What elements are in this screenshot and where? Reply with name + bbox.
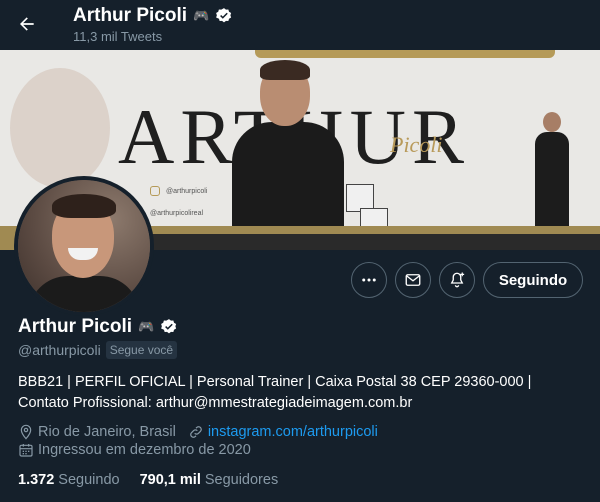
joined-row: Ingressou em dezembro de 2020 <box>18 442 251 458</box>
banner-ig-handle: @arthurpicoli <box>166 187 208 195</box>
message-button[interactable] <box>395 262 431 298</box>
following-button[interactable]: Seguindo <box>483 262 583 298</box>
banner-photo-left <box>10 68 110 188</box>
followers-stat[interactable]: 790,1 mil Seguidores <box>140 472 279 488</box>
profile-name: Arthur Picoli <box>18 316 133 337</box>
tweet-count: 11,3 mil Tweets <box>73 29 163 44</box>
banner-gold-strip <box>255 50 555 58</box>
more-options-button[interactable] <box>351 262 387 298</box>
follows-you-badge: Segue você <box>105 341 178 359</box>
more-horizontal-icon <box>362 278 376 282</box>
header-name-row: Arthur Picoli 🎮 <box>73 5 233 27</box>
notifications-button[interactable] <box>439 262 475 298</box>
following-stat[interactable]: 1.372 Seguindo <box>18 472 120 488</box>
follow-stats: 1.372 Seguindo 790,1 mil Seguidores <box>18 472 278 488</box>
banner-portrait <box>232 60 344 250</box>
header-name: Arthur Picoli <box>73 5 188 26</box>
location-text: Rio de Janeiro, Brasil <box>38 424 176 440</box>
profile-header-bar: Arthur Picoli 🎮 11,3 mil Tweets <box>0 0 600 50</box>
verified-badge-icon <box>216 8 232 23</box>
profile-handle-row: @arthurpicoli Segue você <box>18 341 178 359</box>
banner-instagram-tag: @arthurpicoli <box>150 186 207 196</box>
arrow-left-icon <box>20 17 34 31</box>
link-icon <box>189 426 202 438</box>
followers-label: Seguidores <box>204 472 279 488</box>
bio-line: BBB21 | PERFIL OFICIAL | Personal Traine… <box>18 374 532 390</box>
website-link[interactable]: instagram.com/arthurpicoli <box>208 424 378 440</box>
calendar-icon <box>19 444 33 457</box>
verified-badge-icon <box>161 319 177 334</box>
following-count: 1.372 <box>18 472 55 488</box>
profile-name-row: Arthur Picoli 🎮 <box>18 316 178 338</box>
following-label: Seguindo <box>58 472 120 488</box>
location-pin-icon <box>20 424 32 440</box>
joined-item: Ingressou em dezembro de 2020 <box>18 442 251 458</box>
avatar[interactable] <box>14 176 154 316</box>
profile-handle: @arthurpicoli <box>18 342 101 358</box>
bell-plus-icon <box>450 272 465 288</box>
location-item: Rio de Janeiro, Brasil <box>18 424 176 440</box>
followers-count: 790,1 mil <box>139 472 201 488</box>
profile-meta-row: Rio de Janeiro, Brasil instagram.com/art… <box>18 424 378 440</box>
gamepad-icon: 🎮 <box>193 8 210 23</box>
website-item[interactable]: instagram.com/arthurpicoli <box>188 424 378 440</box>
gamepad-icon: 🎮 <box>138 319 155 334</box>
profile-bio: BBB21 | PERFIL OFICIAL | Personal Traine… <box>18 372 578 414</box>
joined-text: Ingressou em dezembro de 2020 <box>38 442 251 458</box>
banner-full-body-photo <box>535 112 569 232</box>
banner-script-text: Picoli <box>390 132 443 157</box>
back-button[interactable] <box>11 8 43 40</box>
banner-ig-handle-2: @arthurpicolireal <box>150 210 204 217</box>
instagram-icon <box>150 186 160 196</box>
envelope-icon <box>405 274 421 286</box>
bio-line: Contato Profissional: arthur@mmestrategi… <box>18 395 413 411</box>
